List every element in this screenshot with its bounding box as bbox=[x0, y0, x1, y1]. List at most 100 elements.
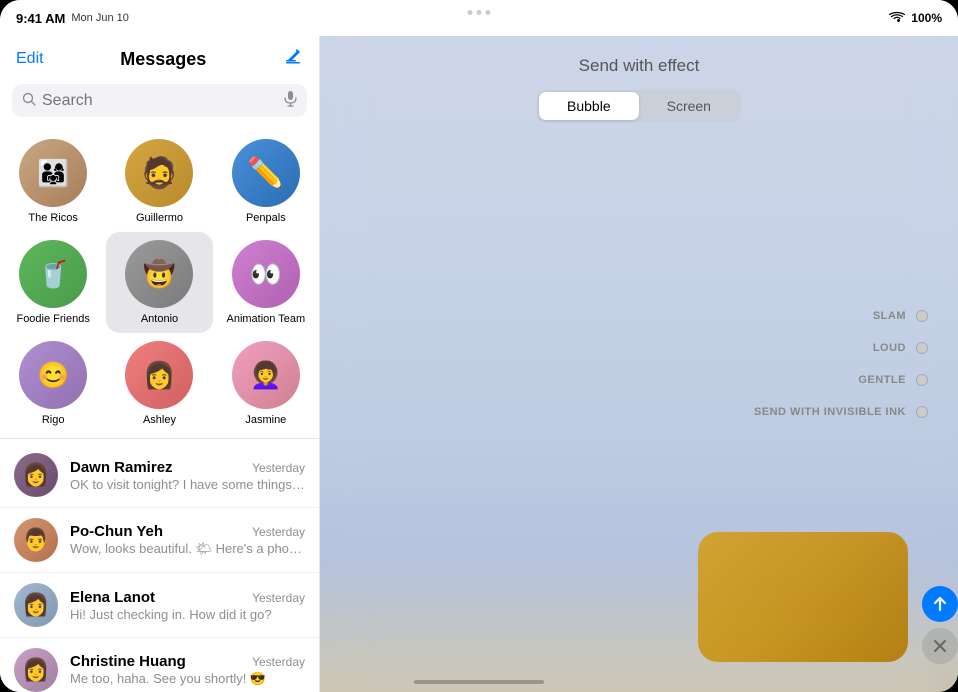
dot-3 bbox=[486, 10, 491, 15]
msg-content-pochun: Po-Chun Yeh Yesterday Wow, looks beautif… bbox=[70, 523, 305, 557]
right-panel: Send with effect Bubble Screen SLAM LOUD… bbox=[320, 36, 958, 692]
send-with-effect-title: Send with effect bbox=[579, 56, 700, 76]
status-time: 9:41 AM bbox=[16, 11, 65, 26]
msg-top-christine: Christine Huang Yesterday bbox=[70, 653, 305, 670]
pinned-item-ricos[interactable]: 👨‍👩‍👧 The Ricos bbox=[0, 131, 106, 232]
effect-name-invisible: SEND WITH INVISIBLE INK bbox=[754, 406, 906, 418]
avatar-jasmine: 👩‍🦱 bbox=[232, 341, 300, 409]
tab-screen[interactable]: Screen bbox=[639, 92, 739, 120]
preview-area bbox=[698, 532, 958, 692]
wifi-icon bbox=[889, 10, 905, 26]
msg-time-christine: Yesterday bbox=[252, 655, 305, 669]
msg-content-christine: Christine Huang Yesterday Me too, haha. … bbox=[70, 653, 305, 687]
edit-button[interactable]: Edit bbox=[16, 50, 44, 68]
avatar-pochun: 👨 bbox=[14, 518, 58, 562]
pinned-label-rigo: Rigo bbox=[42, 414, 65, 426]
effect-item-loud[interactable]: LOUD bbox=[873, 342, 928, 354]
msg-name-dawn: Dawn Ramirez bbox=[70, 459, 173, 476]
msg-time-dawn: Yesterday bbox=[252, 461, 305, 475]
divider-1 bbox=[0, 438, 319, 439]
pinned-item-ashley[interactable]: 👩 Ashley bbox=[106, 333, 212, 434]
avatar-ricos: 👨‍👩‍👧 bbox=[19, 139, 87, 207]
avatar-foodie: 🥤 bbox=[19, 240, 87, 308]
search-icon bbox=[22, 92, 36, 109]
effect-item-slam[interactable]: SLAM bbox=[873, 310, 928, 322]
message-list: 👩 Dawn Ramirez Yesterday OK to visit ton… bbox=[0, 443, 319, 692]
effect-dot-gentle bbox=[916, 374, 928, 386]
pinned-label-penpals: Penpals bbox=[246, 212, 286, 224]
message-item-christine[interactable]: 👩 Christine Huang Yesterday Me too, haha… bbox=[0, 638, 319, 692]
pinned-label-animation: Animation Team bbox=[226, 313, 305, 325]
pinned-item-foodie[interactable]: 🥤 Foodie Friends bbox=[0, 232, 106, 333]
message-item-dawn[interactable]: 👩 Dawn Ramirez Yesterday OK to visit ton… bbox=[0, 443, 319, 508]
avatar-elena: 👩 bbox=[14, 583, 58, 627]
top-dots bbox=[468, 10, 491, 15]
battery-indicator: 100% bbox=[911, 11, 942, 25]
message-item-elena[interactable]: 👩 Elena Lanot Yesterday Hi! Just checkin… bbox=[0, 573, 319, 638]
effect-item-invisible[interactable]: SEND WITH INVISIBLE INK bbox=[754, 406, 928, 418]
effect-header: Send with effect Bubble Screen bbox=[320, 56, 958, 122]
effect-name-gentle: GENTLE bbox=[858, 374, 906, 386]
close-button[interactable] bbox=[922, 628, 958, 664]
pinned-label-ashley: Ashley bbox=[143, 414, 176, 426]
msg-time-pochun: Yesterday bbox=[252, 525, 305, 539]
mic-icon bbox=[284, 91, 297, 110]
pinned-label-antonio: Antonio bbox=[141, 313, 178, 325]
device-frame: 9:41 AM Mon Jun 10 100% E bbox=[0, 0, 958, 692]
pinned-item-jasmine[interactable]: 👩‍🦱 Jasmine bbox=[213, 333, 319, 434]
msg-top-dawn: Dawn Ramirez Yesterday bbox=[70, 459, 305, 476]
pinned-label-ricos: The Ricos bbox=[28, 212, 78, 224]
msg-content-dawn: Dawn Ramirez Yesterday OK to visit tonig… bbox=[70, 459, 305, 492]
main-layout: Edit Messages bbox=[0, 36, 958, 692]
avatar-ashley: 👩 bbox=[125, 341, 193, 409]
avatar-dawn: 👩 bbox=[14, 453, 58, 497]
home-indicator bbox=[414, 680, 544, 684]
sidebar: Edit Messages bbox=[0, 36, 320, 692]
send-button[interactable] bbox=[922, 586, 958, 622]
pinned-item-guillermo[interactable]: 🧔 Guillermo bbox=[106, 131, 212, 232]
status-date: Mon Jun 10 bbox=[71, 12, 128, 24]
effect-dot-invisible bbox=[916, 406, 928, 418]
pinned-label-jasmine: Jasmine bbox=[245, 414, 286, 426]
pinned-contacts-grid: 👨‍👩‍👧 The Ricos 🧔 Guillermo ✏️ Penpals bbox=[0, 127, 319, 434]
msg-content-elena: Elena Lanot Yesterday Hi! Just checking … bbox=[70, 589, 305, 622]
status-bar: 9:41 AM Mon Jun 10 100% bbox=[0, 0, 958, 36]
avatar-antonio: 🤠 bbox=[125, 240, 193, 308]
search-input[interactable] bbox=[42, 92, 278, 110]
sidebar-title: Messages bbox=[120, 49, 206, 70]
status-left: 9:41 AM Mon Jun 10 bbox=[16, 11, 129, 26]
status-right: 100% bbox=[889, 10, 942, 26]
tab-bubble[interactable]: Bubble bbox=[539, 92, 639, 120]
pinned-item-animation[interactable]: 👀 Animation Team bbox=[213, 232, 319, 333]
pinned-item-antonio[interactable]: 🤠 Antonio bbox=[106, 232, 212, 333]
message-item-pochun[interactable]: 👨 Po-Chun Yeh Yesterday Wow, looks beaut… bbox=[0, 508, 319, 573]
message-bubble-preview bbox=[698, 532, 908, 662]
avatar-penpals: ✏️ bbox=[232, 139, 300, 207]
sidebar-header: Edit Messages bbox=[0, 36, 319, 78]
msg-name-elena: Elena Lanot bbox=[70, 589, 155, 606]
effect-name-loud: LOUD bbox=[873, 342, 906, 354]
pinned-item-penpals[interactable]: ✏️ Penpals bbox=[213, 131, 319, 232]
msg-name-christine: Christine Huang bbox=[70, 653, 186, 670]
pinned-label-guillermo: Guillermo bbox=[136, 212, 183, 224]
effect-item-gentle[interactable]: GENTLE bbox=[858, 374, 928, 386]
msg-top-elena: Elena Lanot Yesterday bbox=[70, 589, 305, 606]
avatar-animation: 👀 bbox=[232, 240, 300, 308]
msg-preview-pochun: Wow, looks beautiful. 🌤 Here's a photo o… bbox=[70, 541, 305, 557]
effect-dot-slam bbox=[916, 310, 928, 322]
msg-top-pochun: Po-Chun Yeh Yesterday bbox=[70, 523, 305, 540]
msg-preview-elena: Hi! Just checking in. How did it go? bbox=[70, 607, 305, 622]
compose-icon bbox=[283, 46, 303, 66]
effect-dot-loud bbox=[916, 342, 928, 354]
segment-control: Bubble Screen bbox=[537, 90, 741, 122]
search-bar[interactable] bbox=[12, 84, 307, 117]
compose-button[interactable] bbox=[283, 46, 303, 72]
pinned-item-rigo[interactable]: 😊 Rigo bbox=[0, 333, 106, 434]
msg-name-pochun: Po-Chun Yeh bbox=[70, 523, 163, 540]
effect-name-slam: SLAM bbox=[873, 310, 906, 322]
avatar-rigo: 😊 bbox=[19, 341, 87, 409]
avatar-christine: 👩 bbox=[14, 648, 58, 692]
msg-preview-christine: Me too, haha. See you shortly! 😎 bbox=[70, 671, 305, 687]
dot-1 bbox=[468, 10, 473, 15]
msg-preview-dawn: OK to visit tonight? I have some things … bbox=[70, 477, 305, 492]
